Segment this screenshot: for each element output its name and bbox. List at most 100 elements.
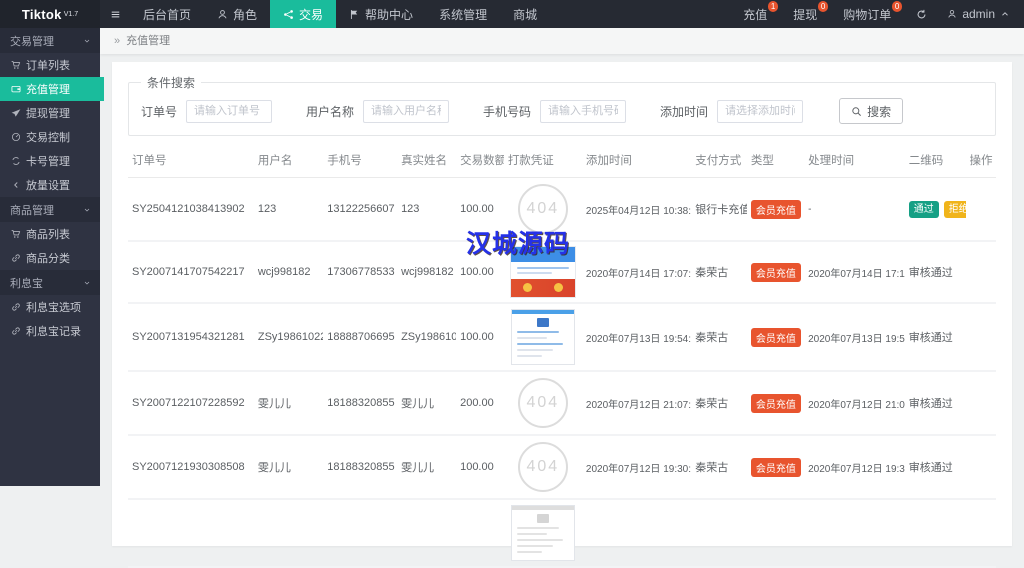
search-button[interactable]: 搜索 xyxy=(839,98,904,124)
cell-order-no: SY2504121038413902 xyxy=(128,177,254,242)
sidebar-group-title: 利息宝 xyxy=(10,277,43,290)
cell-op xyxy=(965,499,996,568)
sidebar-group-2[interactable]: 利息宝 xyxy=(0,270,100,295)
broken-image-label: 404 xyxy=(526,458,560,475)
approve-button[interactable]: 通过 xyxy=(908,200,939,218)
cell-phone: 13122256607 xyxy=(323,177,398,242)
cell-status: 审核通过 xyxy=(904,303,966,372)
cell-added-time: 2020年07月13日 19:54:32 xyxy=(581,303,692,372)
chevron-down-icon xyxy=(83,37,91,45)
column-header-8: 类型 xyxy=(746,148,805,178)
table-row xyxy=(128,499,996,568)
cell-added-time: 2020年07月12日 19:30:30 xyxy=(581,435,692,500)
search-input-2[interactable] xyxy=(540,99,627,123)
topnav-item-3[interactable]: 帮助中心 xyxy=(336,0,426,28)
sidebar-item-0-1[interactable]: 充值管理 xyxy=(0,77,104,101)
share-icon xyxy=(283,9,294,20)
table-row: SY2007131954321281 ZSy19861022 18888706695… xyxy=(128,303,996,372)
payment-voucher-thumbnail[interactable] xyxy=(510,505,575,561)
type-badge: 会员充值 xyxy=(750,199,801,219)
sidebar-item-0-5[interactable]: 放量设置 xyxy=(0,173,100,197)
refresh-button[interactable] xyxy=(904,0,939,28)
payment-voucher-thumbnail[interactable] xyxy=(510,309,575,365)
cart-icon xyxy=(11,60,21,70)
chevron-left-icon xyxy=(11,180,21,190)
cell-voucher xyxy=(503,303,582,372)
sidebar-item-1-1[interactable]: 商品分类 xyxy=(0,246,100,270)
user-icon xyxy=(217,9,228,20)
search-icon xyxy=(851,106,862,117)
cell-voucher: 404 xyxy=(503,435,582,500)
sidebar-item-label: 订单列表 xyxy=(26,60,70,72)
sidebar-item-2-0[interactable]: 利息宝选项 xyxy=(0,295,100,319)
cell-op xyxy=(965,303,996,372)
search-field-label: 用户名称 xyxy=(306,104,355,119)
topnav-item-4[interactable]: 系统管理 xyxy=(426,0,500,28)
search-field-label: 手机号码 xyxy=(483,104,532,119)
table-row: SY2007141707542217 wcj998182 17306778533 wc… xyxy=(128,241,996,304)
main-area: »充值管理 条件搜索 订单号用户名称手机号码添加时间搜索 订单号用户名手机号真实… xyxy=(100,28,1024,568)
sidebar-item-1-0[interactable]: 商品列表 xyxy=(0,222,100,246)
cell-amount: 200.00 xyxy=(456,371,504,436)
cell-pay-method: 秦荣古 xyxy=(691,241,747,304)
cell-type: 会员充值 xyxy=(746,241,805,304)
cell-added-time: 2020年07月12日 21:07:22 xyxy=(581,371,692,436)
sidebar-group-title: 交易管理 xyxy=(10,35,54,48)
cell-status xyxy=(904,499,966,568)
sidebar-item-0-2[interactable]: 提现管理 xyxy=(0,101,100,125)
flag-icon xyxy=(349,9,360,20)
topnav-quick-2[interactable]: 购物订单 0 xyxy=(830,0,904,28)
type-badge: 会员充值 xyxy=(750,327,801,347)
status-text: 审核通过 xyxy=(908,398,953,410)
sidebar-item-label: 利息宝记录 xyxy=(26,326,81,338)
sidebar-group-title: 商品管理 xyxy=(10,204,54,217)
sidebar-toggle-button[interactable] xyxy=(100,0,130,28)
topnav-quick-1[interactable]: 提现 0 xyxy=(780,0,830,28)
status-text: 审核通过 xyxy=(908,332,953,344)
search-field-label: 添加时间 xyxy=(660,104,709,119)
topnav-quick-0[interactable]: 充值 1 xyxy=(730,0,780,28)
cell-phone: 17306778533 xyxy=(323,241,398,304)
sidebar-group-1[interactable]: 商品管理 xyxy=(0,197,100,222)
link-icon xyxy=(11,253,21,263)
column-header-4: 交易数额 xyxy=(456,148,504,178)
plane-icon xyxy=(11,108,21,118)
cell-status: 审核通过 xyxy=(904,241,966,304)
recharge-table: 订单号 用户名 手机号 真实姓名 交易数额 打款凭证 添加时间 支付方式 类型 处理时间 二维码 操作… xyxy=(128,148,996,568)
cell-processed-time: - xyxy=(804,177,905,242)
topnav-item-5[interactable]: 商城 xyxy=(500,0,550,28)
sync-icon xyxy=(11,156,21,166)
cell-voucher: 404 xyxy=(503,371,582,436)
column-header-6: 添加时间 xyxy=(581,148,692,178)
user-avatar-icon xyxy=(947,9,957,19)
sidebar-item-0-0[interactable]: 订单列表 xyxy=(0,53,100,77)
chevron-down-icon xyxy=(83,206,91,214)
search-input-1[interactable] xyxy=(363,99,450,123)
topnav-item-1[interactable]: 角色 xyxy=(204,0,270,28)
payment-voucher-thumbnail[interactable] xyxy=(510,247,575,297)
chevron-down-icon xyxy=(83,279,91,287)
topnav-item-0[interactable]: 后台首页 xyxy=(130,0,204,28)
type-badge: 会员充值 xyxy=(750,393,801,413)
sidebar-group-0[interactable]: 交易管理 xyxy=(0,28,100,53)
search-fields: 订单号 用户名称 手机号码 添加时间 搜索 xyxy=(141,98,983,124)
broken-image-placeholder: 404 xyxy=(517,184,568,234)
sidebar-item-0-3[interactable]: 交易控制 xyxy=(0,125,100,149)
reject-button[interactable]: 拒绝 xyxy=(943,200,966,218)
search-panel-title: 条件搜索 xyxy=(147,76,196,90)
app-logo-text: Tiktok xyxy=(21,6,62,22)
cell-amount: 100.00 xyxy=(456,241,504,304)
sidebar-item-label: 充值管理 xyxy=(26,84,70,96)
topnav-item-2[interactable]: 交易 xyxy=(270,0,337,28)
search-input-0[interactable] xyxy=(186,99,273,123)
user-menu[interactable]: admin xyxy=(939,0,1024,28)
sidebar-item-2-1[interactable]: 利息宝记录 xyxy=(0,319,100,343)
search-input-3[interactable] xyxy=(717,99,804,123)
cell-voucher xyxy=(503,241,582,304)
topbar: Tiktok V1.7 后台首页 角色 交易 帮助中心 系统管理 商城 充值 1 提现 0 购物订单… xyxy=(0,0,1024,28)
broken-image-placeholder: 404 xyxy=(517,442,568,492)
cell-amount: 100.00 xyxy=(456,303,504,372)
sidebar-item-0-4[interactable]: 卡号管理 xyxy=(0,149,100,173)
cell-pay-method xyxy=(691,499,747,568)
cell-username xyxy=(253,499,324,568)
